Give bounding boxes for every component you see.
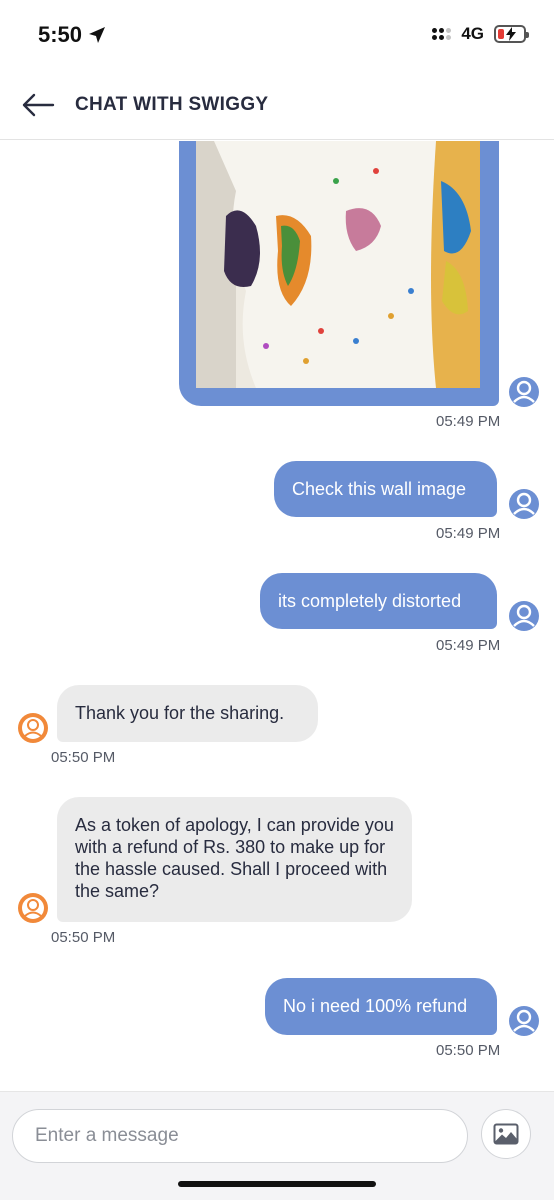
incoming-message[interactable]: As a token of apology, I can provide you… bbox=[57, 797, 412, 922]
agent-icon bbox=[22, 897, 44, 919]
image-message-bubble[interactable] bbox=[179, 141, 499, 406]
page-title: CHAT WITH SWIGGY bbox=[75, 94, 269, 115]
message-timestamp: 05:50 PM bbox=[436, 1042, 501, 1059]
status-indicators: 4G bbox=[432, 24, 529, 44]
message-input[interactable] bbox=[12, 1109, 468, 1163]
agent-icon bbox=[22, 717, 44, 739]
status-bar: 5:50 4G bbox=[0, 0, 554, 70]
location-arrow-icon bbox=[89, 27, 106, 43]
user-icon bbox=[513, 604, 535, 627]
home-indicator bbox=[178, 1181, 376, 1187]
message-timestamp: 05:49 PM bbox=[436, 525, 501, 542]
attach-image-button[interactable] bbox=[481, 1109, 531, 1159]
network-type: 4G bbox=[461, 24, 484, 43]
chat-header: CHAT WITH SWIGGY bbox=[0, 70, 554, 140]
message-timestamp: 05:50 PM bbox=[51, 749, 116, 766]
incoming-message[interactable]: Thank you for the sharing. bbox=[57, 685, 318, 742]
outgoing-message[interactable]: Check this wall image bbox=[274, 461, 497, 517]
agent-avatar bbox=[18, 713, 48, 743]
arrow-left-icon bbox=[22, 93, 55, 117]
cake-photo[interactable] bbox=[196, 141, 480, 388]
back-button[interactable] bbox=[20, 90, 56, 120]
outgoing-message[interactable]: No i need 100% refund bbox=[265, 978, 497, 1035]
user-avatar bbox=[509, 1006, 539, 1036]
user-icon bbox=[513, 1009, 535, 1032]
status-time: 5:50 bbox=[38, 22, 106, 48]
user-avatar bbox=[509, 377, 539, 407]
user-icon bbox=[513, 380, 535, 403]
outgoing-message[interactable]: its completely distorted bbox=[260, 573, 497, 629]
signal-icon bbox=[432, 28, 452, 40]
message-timestamp: 05:49 PM bbox=[436, 413, 501, 430]
user-icon bbox=[513, 492, 535, 515]
user-avatar bbox=[509, 489, 539, 519]
agent-avatar bbox=[18, 893, 48, 923]
status-time-text: 5:50 bbox=[38, 22, 83, 47]
chat-messages[interactable]: 05:49 PM Check this wall image 05:49 PM … bbox=[0, 141, 554, 1091]
message-timestamp: 05:50 PM bbox=[51, 929, 116, 946]
battery-icon bbox=[494, 25, 529, 43]
image-icon bbox=[493, 1123, 519, 1145]
message-timestamp: 05:49 PM bbox=[436, 637, 501, 654]
user-avatar bbox=[509, 601, 539, 631]
